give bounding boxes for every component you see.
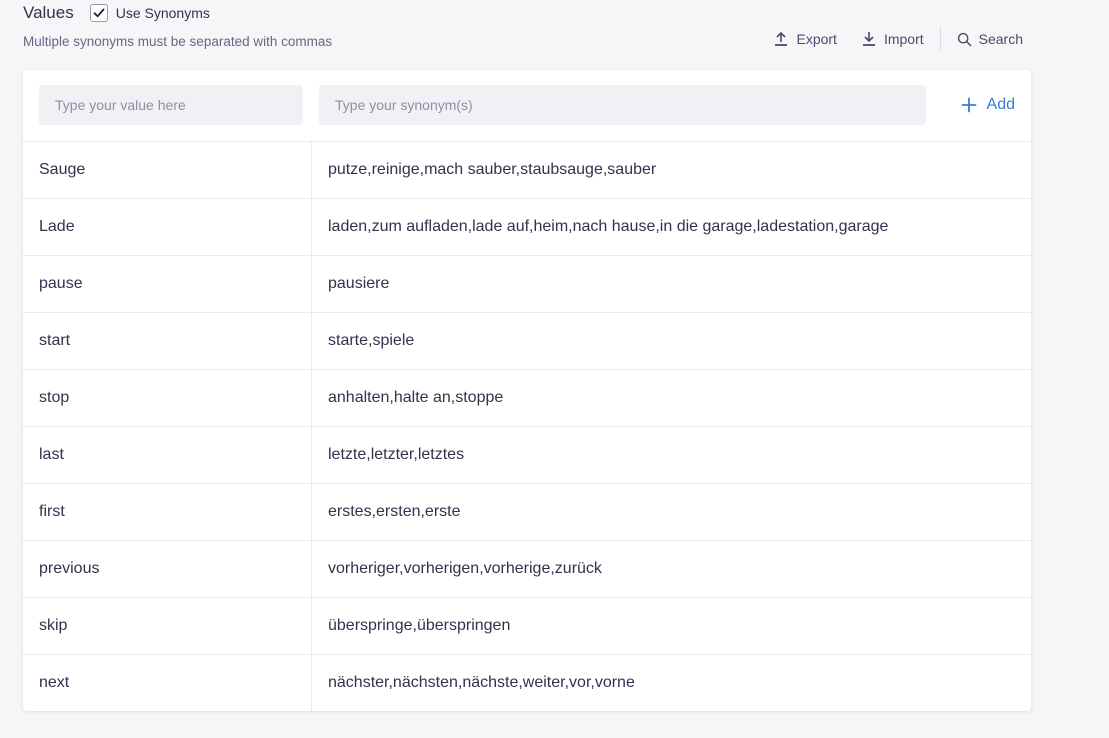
- search-icon: [957, 32, 972, 47]
- values-header: Values Use Synonyms Multiple synonyms mu…: [23, 0, 1031, 60]
- row-value[interactable]: Lade: [39, 199, 75, 255]
- section-subtitle: Multiple synonyms must be separated with…: [23, 34, 333, 49]
- export-label: Export: [796, 31, 837, 47]
- row-value[interactable]: skip: [39, 598, 67, 654]
- import-button[interactable]: Import: [861, 31, 924, 47]
- add-button[interactable]: Add: [961, 92, 1015, 118]
- actions-divider: [939, 27, 941, 51]
- row-value[interactable]: first: [39, 484, 65, 540]
- row-value[interactable]: previous: [39, 541, 99, 597]
- plus-icon: [961, 97, 977, 113]
- table-row[interactable]: stop anhalten,halte an,stoppe: [23, 370, 1031, 427]
- row-synonyms[interactable]: erstes,ersten,erste: [328, 484, 461, 540]
- row-value[interactable]: last: [39, 427, 64, 483]
- import-label: Import: [883, 31, 924, 47]
- search-label: Search: [978, 31, 1023, 47]
- table-row[interactable]: start starte,spiele: [23, 313, 1031, 370]
- table-row[interactable]: Lade laden,zum aufladen,lade auf,heim,na…: [23, 199, 1031, 256]
- search-button[interactable]: Search: [957, 31, 1023, 47]
- add-value-row: Add: [23, 70, 1031, 142]
- title-row: Values Use Synonyms: [23, 3, 210, 23]
- row-synonyms[interactable]: nächster,nächsten,nächste,weiter,vor,vor…: [328, 655, 635, 711]
- row-synonyms[interactable]: putze,reinige,mach sauber,staubsauge,sau…: [328, 142, 656, 198]
- use-synonyms-label[interactable]: Use Synonyms: [116, 5, 210, 21]
- row-synonyms[interactable]: starte,spiele: [328, 313, 414, 369]
- row-value[interactable]: stop: [39, 370, 69, 426]
- section-title: Values: [23, 3, 74, 22]
- table-row[interactable]: skip überspringe,überspringen: [23, 598, 1031, 655]
- row-value[interactable]: pause: [39, 256, 83, 312]
- table-row[interactable]: pause pausiere: [23, 256, 1031, 313]
- table-row[interactable]: first erstes,ersten,erste: [23, 484, 1031, 541]
- add-label: Add: [986, 96, 1015, 113]
- use-synonyms-checkbox[interactable]: [89, 4, 108, 22]
- row-synonyms[interactable]: überspringe,überspringen: [328, 598, 510, 654]
- row-synonyms[interactable]: letzte,letzter,letztes: [328, 427, 464, 483]
- row-synonyms[interactable]: vorheriger,vorherigen,vorherige,zurück: [328, 541, 602, 597]
- export-button[interactable]: Export: [773, 31, 837, 47]
- row-value[interactable]: next: [39, 655, 69, 711]
- row-synonyms[interactable]: laden,zum aufladen,lade auf,heim,nach ha…: [328, 199, 888, 255]
- row-synonyms[interactable]: anhalten,halte an,stoppe: [328, 370, 503, 426]
- synonyms-page: Values Use Synonyms Multiple synonyms mu…: [0, 0, 1109, 738]
- table-row[interactable]: Sauge putze,reinige,mach sauber,staubsau…: [23, 142, 1031, 199]
- table-row[interactable]: last letzte,letzter,letztes: [23, 427, 1031, 484]
- row-synonyms[interactable]: pausiere: [328, 256, 389, 312]
- download-icon: [861, 31, 877, 47]
- upload-icon: [773, 31, 789, 47]
- synonym-input[interactable]: [319, 85, 926, 125]
- row-value[interactable]: Sauge: [39, 142, 85, 198]
- table-row[interactable]: previous vorheriger,vorherigen,vorherige…: [23, 541, 1031, 598]
- values-list: Sauge putze,reinige,mach sauber,staubsau…: [23, 142, 1031, 711]
- check-icon: [93, 8, 105, 18]
- table-row[interactable]: next nächster,nächsten,nächste,weiter,vo…: [23, 655, 1031, 711]
- row-value[interactable]: start: [39, 313, 70, 369]
- values-table-card: Add Sauge putze,reinige,mach sauber,stau…: [23, 70, 1031, 711]
- value-input[interactable]: [39, 85, 303, 125]
- header-actions: Export Import Search: [749, 26, 1031, 52]
